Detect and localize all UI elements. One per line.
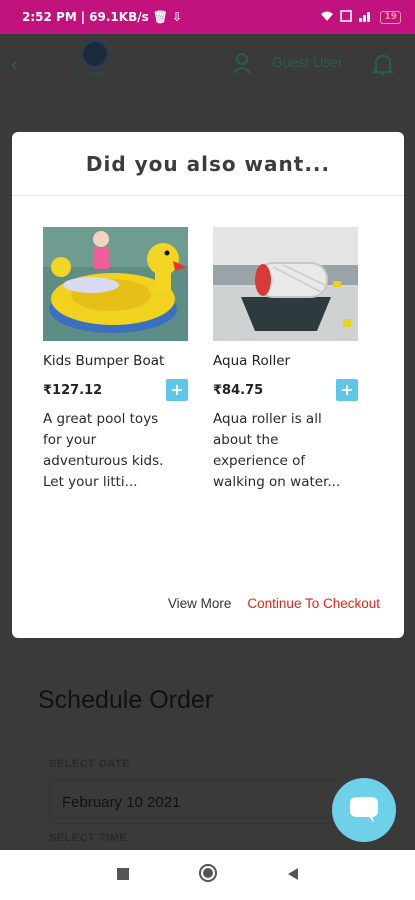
product-description: Aqua roller is all about the experience …: [213, 411, 341, 490]
add-to-cart-button[interactable]: +: [166, 379, 188, 401]
status-time: 2:52 PM: [22, 10, 77, 24]
user-icon[interactable]: [232, 52, 252, 78]
network-speed: 69.1KB/s: [89, 10, 149, 24]
chat-button[interactable]: [332, 778, 396, 842]
add-to-cart-button[interactable]: +: [336, 379, 358, 401]
guest-user-label[interactable]: Guest User: [272, 54, 343, 70]
upsell-modal: Did you also want... Kids Bumper Boat ₹1…: [12, 132, 404, 638]
logo: Go boating: [62, 40, 128, 79]
product-name[interactable]: Aqua Roller: [213, 353, 358, 369]
select-time-label: SELECT TIME: [49, 832, 128, 844]
modal-title: Did you also want...: [12, 132, 404, 196]
sim-icon: [340, 9, 353, 25]
trash-icon: 🗑: [152, 10, 168, 24]
wifi-icon: [320, 10, 334, 25]
signal-icon: [358, 10, 374, 25]
download-icon: ⇩: [171, 10, 183, 24]
aqua-roller-image: [213, 227, 358, 341]
chat-icon: [350, 797, 378, 823]
status-bar: 2:52 PM | 69.1KB/s 🗑 ⇩ 19: [0, 0, 415, 34]
system-nav-bar: [0, 850, 415, 900]
select-date-label: SELECT DATE: [49, 758, 131, 770]
product-price: ₹127.12: [43, 382, 103, 398]
product-name[interactable]: Kids Bumper Boat: [43, 353, 188, 369]
logo-text: Go boating: [72, 69, 118, 79]
date-field[interactable]: February 10 2021: [49, 780, 339, 824]
logo-mark: [81, 40, 109, 68]
app-header: ‹ Go boating Guest User: [0, 34, 415, 96]
back-nav-icon[interactable]: [286, 866, 300, 885]
home-icon[interactable]: [198, 863, 218, 887]
bell-icon[interactable]: [371, 52, 395, 80]
product-card-aqua-roller[interactable]: Aqua Roller ₹84.75 + Aqua roller is all …: [213, 227, 358, 493]
product-price: ₹84.75: [213, 382, 264, 398]
view-more-link[interactable]: View More: [168, 596, 232, 611]
date-value: February 10 2021: [62, 793, 181, 811]
recents-icon[interactable]: [116, 866, 130, 885]
battery-icon: 19: [380, 10, 401, 24]
back-arrow-icon[interactable]: ‹: [10, 53, 34, 78]
kids-bumper-boat-image: [43, 227, 188, 341]
product-card-kids-bumper-boat[interactable]: Kids Bumper Boat ₹127.12 + A great pool …: [43, 227, 188, 493]
product-description: A great pool toys for your adventurous k…: [43, 411, 164, 490]
continue-to-checkout-link[interactable]: Continue To Checkout: [247, 596, 380, 611]
schedule-order-title: Schedule Order: [38, 686, 214, 714]
